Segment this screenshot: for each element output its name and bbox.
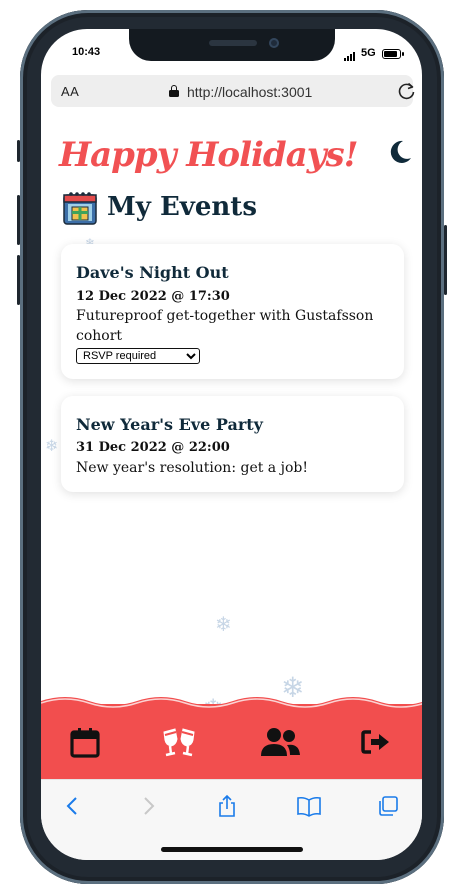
- event-card[interactable]: New Year's Eve Party 31 Dec 2022 @ 22:00…: [61, 396, 404, 492]
- reload-icon[interactable]: [397, 81, 417, 101]
- notch: [129, 29, 335, 61]
- event-date: 31 Dec 2022 @ 22:00: [76, 440, 230, 455]
- share-icon[interactable]: [215, 794, 239, 818]
- events-heading: My Events: [107, 192, 257, 222]
- rsvp-select[interactable]: RSVP required: [76, 348, 200, 364]
- calendar-icon[interactable]: [69, 726, 101, 758]
- address-bar[interactable]: AA http://localhost:3001: [51, 75, 415, 107]
- event-date: 12 Dec 2022 @ 17:30: [76, 289, 230, 304]
- mute-switch: [17, 140, 20, 162]
- event-description: New year's resolution: get a job!: [76, 460, 308, 476]
- bookmarks-icon[interactable]: [296, 794, 322, 818]
- status-time: 10:43: [72, 46, 101, 58]
- event-description: Futureproof get-together with Gustafsson…: [76, 308, 374, 344]
- power-button: [444, 225, 447, 295]
- speaker-grille: [209, 40, 257, 46]
- wave-decoration: [41, 697, 422, 709]
- users-icon[interactable]: [259, 726, 301, 758]
- snowflake-decoration: ❄: [215, 612, 232, 636]
- event-title: Dave's Night Out: [76, 263, 229, 282]
- tabs-icon[interactable]: [376, 794, 400, 818]
- signal-icon: [344, 51, 358, 61]
- forward-icon[interactable]: [136, 794, 160, 818]
- logout-icon[interactable]: [359, 726, 391, 758]
- browser-toolbar: [41, 779, 422, 860]
- event-card[interactable]: Dave's Night Out 12 Dec 2022 @ 17:30 Fut…: [61, 244, 404, 379]
- event-title: New Year's Eve Party: [76, 415, 263, 434]
- lock-icon: [169, 85, 179, 97]
- bottom-nav: [41, 697, 422, 779]
- snowflake-decoration: ❄: [45, 436, 59, 455]
- cheers-icon[interactable]: [159, 726, 199, 758]
- calendar-gift-icon: [63, 192, 97, 225]
- battery-icon: [382, 49, 404, 59]
- moon-icon[interactable]: [387, 139, 413, 165]
- network-type: 5G: [361, 47, 376, 59]
- home-indicator: [161, 847, 303, 852]
- phone-screen: 10:43 5G AA http://localhost:3001 ❄ ❄ ❄ …: [41, 29, 422, 860]
- text-size-button[interactable]: AA: [61, 84, 79, 99]
- front-camera: [269, 38, 279, 48]
- url-text[interactable]: http://localhost:3001: [187, 84, 312, 100]
- page-content: ❄ ❄ ❄ ❄ ❄ ❄ ❄ Happy Holidays! My Events …: [41, 118, 422, 742]
- volume-up-button: [17, 195, 20, 245]
- page-title: Happy Holidays!: [59, 135, 359, 175]
- back-icon[interactable]: [61, 794, 85, 818]
- volume-down-button: [17, 255, 20, 305]
